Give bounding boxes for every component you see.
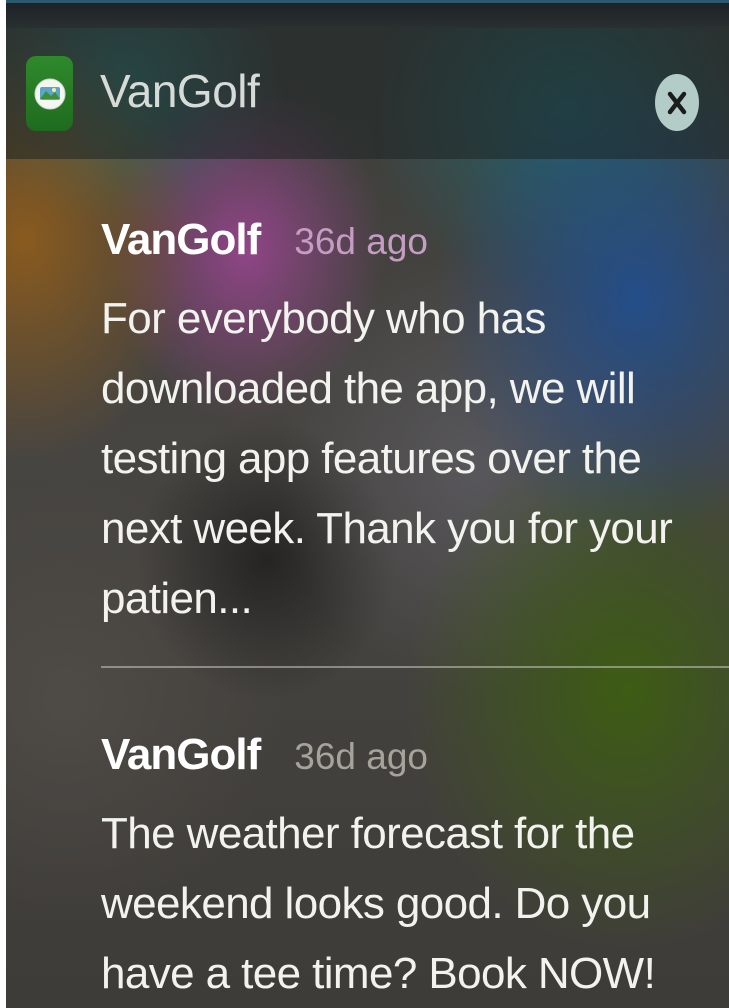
close-button[interactable] bbox=[655, 74, 699, 131]
notification-item[interactable]: VanGolf 36d ago For everybody who has do… bbox=[101, 215, 729, 668]
notification-item[interactable]: VanGolf 36d ago The weather forecast for… bbox=[101, 730, 729, 1008]
notification-title: VanGolf bbox=[101, 730, 261, 779]
top-edge bbox=[6, 0, 729, 28]
notification-center: VanGolf VanGolf 36d ago For everybody wh… bbox=[6, 0, 729, 1008]
notification-message: The weather forecast for the weekend loo… bbox=[101, 809, 656, 998]
notification-header: VanGolf 36d ago bbox=[101, 215, 729, 275]
divider bbox=[101, 666, 729, 668]
app-section-header: VanGolf bbox=[6, 28, 729, 159]
notification-list: VanGolf 36d ago For everybody who has do… bbox=[101, 215, 729, 1008]
app-name: VanGolf bbox=[100, 65, 260, 117]
close-icon bbox=[667, 91, 687, 114]
notification-header: VanGolf 36d ago bbox=[101, 730, 729, 790]
notification-timestamp: 36d ago bbox=[294, 221, 428, 262]
notification-timestamp: 36d ago bbox=[294, 736, 428, 777]
golf-ball-icon bbox=[34, 78, 65, 109]
notification-message: For everybody who has downloaded the app… bbox=[101, 294, 673, 623]
notification-title: VanGolf bbox=[101, 215, 261, 264]
golf-app-icon[interactable] bbox=[26, 56, 73, 131]
